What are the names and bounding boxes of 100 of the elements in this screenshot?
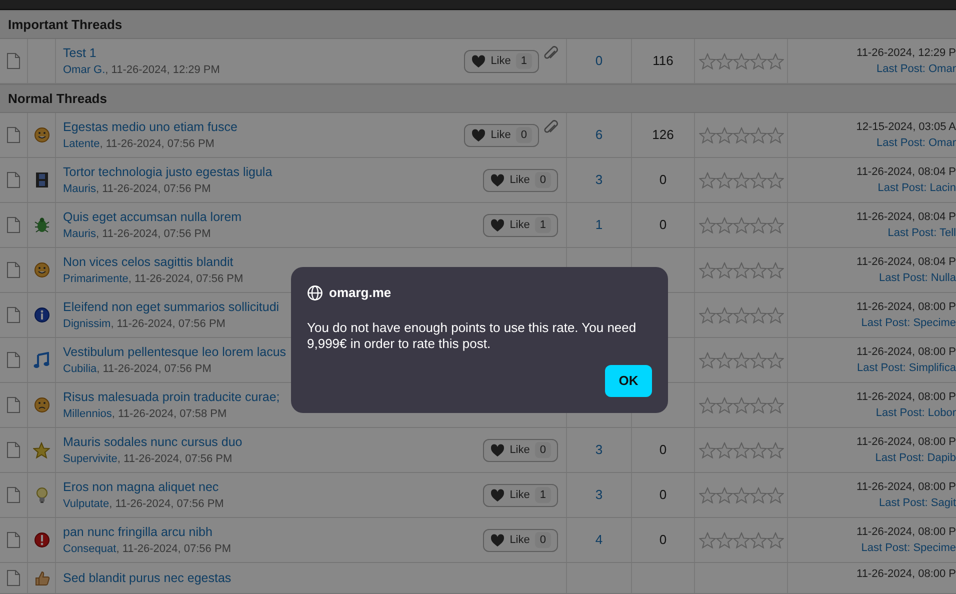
post-date: , 11-26-2024, 07:56 PM bbox=[96, 182, 211, 197]
star-rating[interactable] bbox=[698, 172, 784, 188]
heart-icon bbox=[490, 218, 505, 232]
star-icon bbox=[716, 532, 732, 548]
star-icon bbox=[766, 486, 784, 504]
star-rating[interactable] bbox=[698, 532, 784, 548]
author-link[interactable]: Cubilia bbox=[63, 361, 97, 377]
like-button[interactable]: Like 0 bbox=[482, 438, 558, 462]
replies-count-link[interactable]: 1 bbox=[595, 215, 603, 235]
last-post-link[interactable]: Last Post: Specime bbox=[861, 315, 956, 331]
last-post-link[interactable]: Last Post: Omar bbox=[876, 61, 956, 77]
last-post-link[interactable]: Last Post: Nulla bbox=[878, 270, 956, 286]
star-icon bbox=[766, 396, 784, 414]
document-icon bbox=[6, 531, 21, 549]
heart-icon bbox=[470, 128, 486, 142]
views-count: 0 bbox=[659, 216, 667, 234]
star-rating[interactable] bbox=[698, 306, 784, 324]
star-icon bbox=[750, 262, 766, 278]
replies-count-link[interactable]: 3 bbox=[595, 485, 603, 505]
thread-title-link[interactable]: Quis eget accumsan nulla lorem bbox=[63, 208, 483, 226]
star-icon bbox=[732, 126, 750, 144]
views-count: 0 bbox=[659, 486, 667, 504]
replies-count-link[interactable]: 0 bbox=[595, 51, 603, 71]
star-icon bbox=[716, 126, 732, 144]
star-rating[interactable] bbox=[698, 216, 784, 234]
light-bulb-icon bbox=[36, 486, 48, 504]
star-icon bbox=[732, 442, 750, 458]
heart-icon bbox=[490, 173, 505, 187]
author-link[interactable]: Vulputate bbox=[63, 496, 110, 512]
views-count: 0 bbox=[659, 531, 667, 550]
author-link[interactable]: Mauris bbox=[63, 226, 96, 242]
last-post-link[interactable]: Last Post: Tell bbox=[888, 225, 956, 241]
last-post-link[interactable]: Last Post: Sagit bbox=[878, 495, 956, 511]
star-icon bbox=[750, 52, 766, 70]
star-icon bbox=[698, 172, 716, 188]
last-post-link[interactable]: Last Post: Omar bbox=[876, 135, 956, 151]
star-rating[interactable] bbox=[698, 52, 784, 70]
last-post-link[interactable]: Last Post: Lobor bbox=[876, 405, 956, 421]
ok-button[interactable]: OK bbox=[605, 365, 652, 397]
star-icon bbox=[766, 532, 784, 548]
star-icon bbox=[766, 306, 784, 324]
author-link[interactable]: Latente bbox=[63, 136, 100, 152]
replies-count-link[interactable]: 3 bbox=[595, 170, 603, 190]
like-button[interactable]: Like 0 bbox=[482, 528, 558, 552]
star-rating[interactable] bbox=[698, 442, 784, 458]
star-icon bbox=[698, 396, 716, 414]
star-icon bbox=[732, 52, 750, 70]
thread-title-link[interactable]: Tortor technologia justo egestas ligula bbox=[63, 163, 483, 181]
like-button[interactable]: Like 0 bbox=[482, 168, 558, 192]
section-header: Important Threads bbox=[0, 10, 956, 39]
star-icon bbox=[766, 352, 784, 368]
like-button[interactable]: Like 1 bbox=[482, 214, 558, 236]
post-date: , 11-26-2024, 07:56 PM bbox=[96, 227, 211, 242]
last-post-link[interactable]: Last Post: Specime bbox=[861, 540, 956, 556]
replies-count-link[interactable]: 3 bbox=[595, 440, 603, 460]
last-post-link[interactable]: Last Post: Dapib bbox=[875, 450, 956, 466]
replies-count-link[interactable]: 6 bbox=[595, 125, 603, 145]
star-rating[interactable] bbox=[698, 352, 784, 368]
star-rating[interactable] bbox=[698, 396, 784, 414]
thread-title-link[interactable]: Non vices celos sagittis blandit bbox=[63, 253, 558, 271]
like-button[interactable]: Like 1 bbox=[464, 50, 539, 72]
star-icon bbox=[698, 126, 716, 144]
author-link[interactable]: Dignissim bbox=[63, 316, 111, 332]
thread-title-link[interactable]: Test 1 bbox=[63, 44, 464, 62]
last-post-date: 11-26-2024, 08:00 P bbox=[856, 567, 956, 582]
thumbs-up-icon bbox=[34, 570, 50, 586]
like-button[interactable]: Like 0 bbox=[464, 124, 539, 146]
star-icon bbox=[766, 52, 784, 70]
last-post-link[interactable]: Last Post: Simplifica bbox=[856, 360, 956, 376]
star-icon bbox=[716, 486, 732, 504]
star-rating[interactable] bbox=[698, 126, 784, 144]
star-rating[interactable] bbox=[698, 262, 784, 278]
star-icon bbox=[698, 486, 716, 504]
last-post-date: 11-26-2024, 08:00 P bbox=[856, 345, 956, 360]
thread-title-link[interactable]: pan nunc fringilla arcu nibh bbox=[63, 523, 483, 541]
document-icon bbox=[6, 351, 21, 369]
post-date: , 11-26-2024, 07:56 PM bbox=[109, 497, 224, 512]
author-link[interactable]: Mauris bbox=[63, 181, 96, 197]
star-rating[interactable] bbox=[698, 486, 784, 504]
thread-title-link[interactable]: Mauris sodales nunc cursus duo bbox=[63, 433, 483, 451]
replies-count-link[interactable]: 4 bbox=[595, 530, 603, 550]
star-icon bbox=[750, 486, 766, 504]
author-link[interactable]: Supervivite bbox=[63, 451, 118, 467]
last-post-date: 11-26-2024, 08:04 P bbox=[856, 165, 956, 180]
author-link[interactable]: Consequat bbox=[63, 541, 116, 557]
music-note-icon bbox=[33, 352, 50, 368]
document-icon bbox=[6, 396, 21, 414]
post-date: , 11-26-2024, 12:29 PM bbox=[105, 63, 220, 78]
star-icon bbox=[698, 262, 716, 278]
thread-title-link[interactable]: Sed blandit purus nec egestas bbox=[63, 569, 558, 587]
like-button[interactable]: Like 1 bbox=[482, 484, 558, 506]
author-link[interactable]: Omar G. bbox=[63, 62, 106, 78]
thread-title-link[interactable]: Egestas medio uno etiam fusce bbox=[63, 118, 464, 136]
author-link[interactable]: Millennios bbox=[63, 406, 112, 422]
thread-title-link[interactable]: Eros non magna aliquet nec bbox=[63, 478, 483, 496]
views-count: 116 bbox=[652, 52, 674, 70]
star-icon bbox=[716, 396, 732, 414]
author-link[interactable]: Primarimente bbox=[63, 271, 128, 287]
dialog-message: You do not have enough points to use this rate. You need 9,999€ in order to rate this post. bbox=[307, 320, 638, 352]
last-post-link[interactable]: Last Post: Lacin bbox=[878, 180, 956, 196]
